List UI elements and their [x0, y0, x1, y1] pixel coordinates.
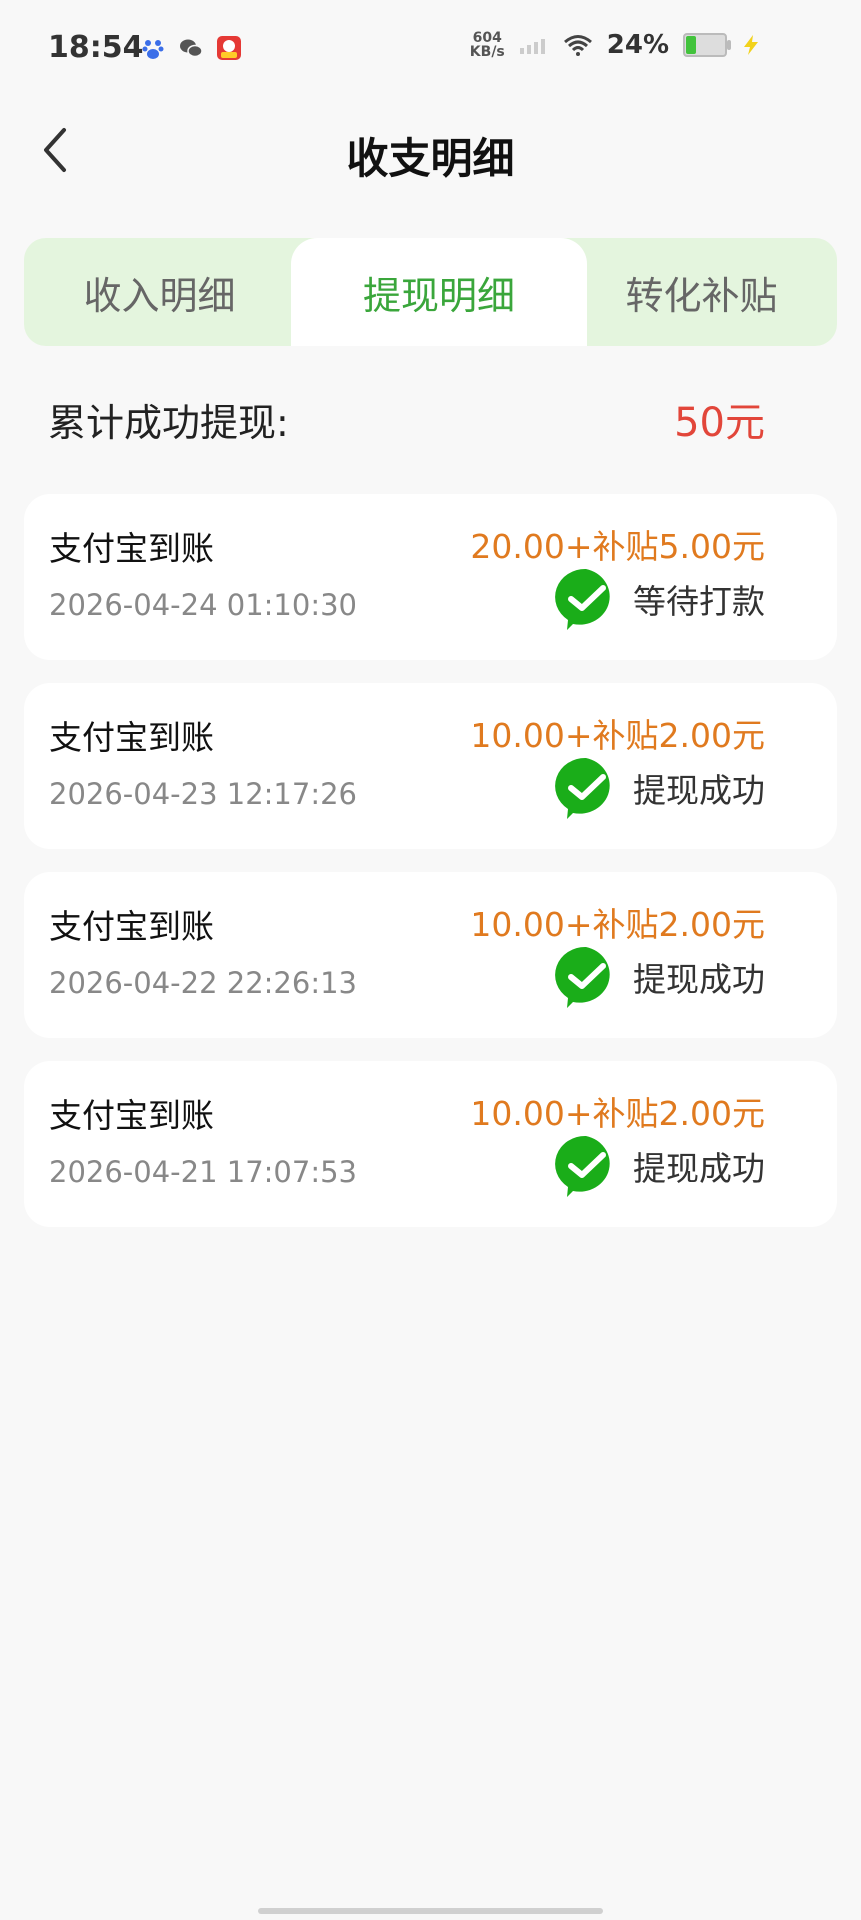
check-circle-icon: [555, 568, 610, 630]
tab-withdraw-details[interactable]: 提现明细: [291, 238, 587, 346]
record-list: 支付宝到账 2026-04-24 01:10:30 20.00+补贴5.00元 …: [24, 494, 837, 1250]
record-time: 2026-04-22 22:26:13: [49, 966, 357, 1000]
wifi-icon: [563, 35, 592, 56]
network-speed-unit: KB/s: [469, 44, 505, 60]
record-title: 支付宝到账: [49, 907, 214, 946]
network-speed: 604 KB/s: [470, 31, 505, 59]
record-title: 支付宝到账: [49, 529, 214, 568]
withdraw-summary: 累计成功提现: 50元: [48, 390, 765, 448]
record-time: 2026-04-23 12:17:26: [49, 777, 357, 811]
battery-percent: 24%: [606, 30, 669, 60]
game-app-icon: [217, 36, 241, 60]
record-time: 2026-04-21 17:07:53: [49, 1155, 357, 1189]
nav-bar: 收支明细: [0, 100, 861, 210]
list-item[interactable]: 支付宝到账 2026-04-23 12:17:26 10.00+补贴2.00元 …: [24, 683, 837, 849]
check-circle-icon: [555, 757, 610, 819]
record-amount: 20.00+补贴5.00元: [470, 527, 765, 566]
status-time: 18:54: [48, 30, 144, 65]
record-status: 提现成功: [553, 1133, 765, 1199]
record-amount: 10.00+补贴2.00元: [470, 716, 765, 755]
check-circle-icon: [555, 1135, 610, 1197]
record-status-label: 提现成功: [633, 771, 765, 810]
list-item[interactable]: 支付宝到账 2026-04-24 01:10:30 20.00+补贴5.00元 …: [24, 494, 837, 660]
tab-conversion-subsidy[interactable]: 转化补贴: [566, 238, 837, 346]
list-item[interactable]: 支付宝到账 2026-04-22 22:26:13 10.00+补贴2.00元 …: [24, 872, 837, 1038]
battery-icon: [683, 33, 731, 57]
status-app-icons: [140, 35, 242, 61]
record-status: 等待打款: [553, 566, 765, 632]
record-time: 2026-04-24 01:10:30: [49, 588, 357, 622]
home-indicator[interactable]: [258, 1908, 603, 1914]
record-status-label: 提现成功: [633, 1149, 765, 1188]
record-status: 提现成功: [553, 755, 765, 821]
record-status-label: 提现成功: [633, 960, 765, 999]
signal-icon: [519, 39, 545, 54]
status-bar: 18:54 604 KB/s 24%: [0, 0, 861, 100]
wechat-icon: [180, 39, 203, 58]
tab-bar: 收入明细 提现明细 转化补贴: [24, 238, 837, 346]
record-status: 提现成功: [553, 944, 765, 1010]
page-title: 收支明细: [346, 134, 515, 183]
baidu-icon: [142, 40, 164, 59]
charging-icon: [744, 35, 758, 55]
record-amount: 10.00+补贴2.00元: [470, 1094, 765, 1133]
record-status-label: 等待打款: [633, 582, 765, 621]
check-circle-icon: [555, 946, 610, 1008]
tab-income-details[interactable]: 收入明细: [24, 238, 295, 346]
record-title: 支付宝到账: [49, 1096, 214, 1135]
network-speed-value: 604: [472, 30, 502, 46]
summary-value: 50元: [674, 400, 765, 446]
list-item[interactable]: 支付宝到账 2026-04-21 17:07:53 10.00+补贴2.00元 …: [24, 1061, 837, 1227]
status-right: 604 KB/s 24%: [470, 30, 761, 60]
record-amount: 10.00+补贴2.00元: [470, 905, 765, 944]
record-title: 支付宝到账: [49, 718, 214, 757]
summary-label: 累计成功提现:: [48, 400, 289, 445]
